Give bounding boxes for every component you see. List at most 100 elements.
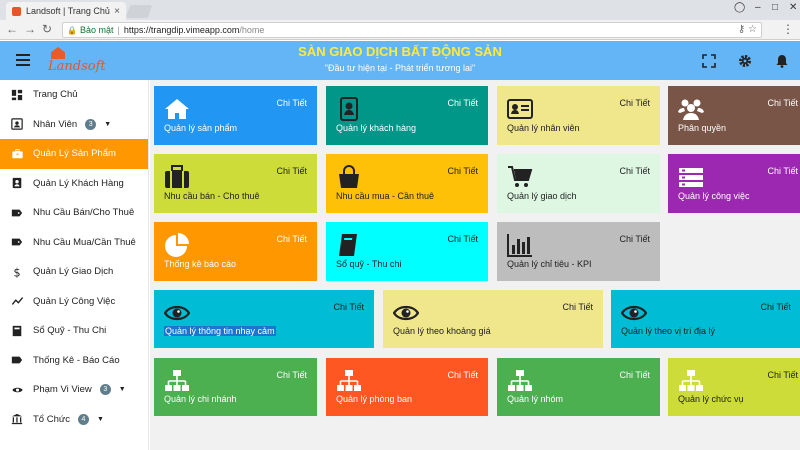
card-detail-link[interactable]: Chi Tiết	[276, 370, 307, 380]
card-detail-link[interactable]: Chi Tiết	[619, 234, 650, 244]
dashboard-card[interactable]: Chi Tiết Quản lý theo khoảng giá	[383, 290, 603, 348]
dashboard-card[interactable]: Chi Tiết Quản lý giao dịch	[497, 154, 660, 213]
sidebar-item[interactable]: Phạm Vi View 3 ▼	[0, 375, 148, 405]
ledger-icon	[336, 233, 362, 257]
card-detail-link[interactable]: Chi Tiết	[767, 166, 798, 176]
profile-icon[interactable]: ◯	[734, 2, 745, 13]
reload-icon[interactable]: ↻	[42, 22, 52, 36]
dashboard-card[interactable]: Chi Tiết Quản lý chỉ tiêu - KPI	[497, 222, 660, 281]
org-chart-icon	[164, 369, 190, 393]
dashboard-card[interactable]: Chi Tiết Quản lý công việc	[668, 154, 800, 213]
card-label: Quản lý chỉ tiêu - KPI	[507, 259, 592, 269]
card-label: Quản lý chức vụ	[678, 394, 744, 404]
org-chart-icon	[678, 369, 704, 393]
card-detail-link[interactable]: Chi Tiết	[619, 98, 650, 108]
dashboard-card[interactable]: Chi Tiết Quản lý thông tin nhạy cảm	[154, 290, 374, 348]
dashboard-card[interactable]: Chi Tiết Quản lý chi nhánh	[154, 358, 317, 416]
favicon-icon	[12, 6, 21, 16]
forward-icon[interactable]: →	[24, 22, 36, 36]
card-detail-link[interactable]: Chi Tiết	[767, 98, 798, 108]
dashboard-card[interactable]: Chi Tiết Phân quyền	[668, 86, 800, 145]
minimize-icon[interactable]: –	[755, 2, 761, 13]
window-close-icon[interactable]: ✕	[789, 2, 797, 13]
sidebar-item[interactable]: Nhân Viên 3 ▼	[0, 110, 148, 140]
sidebar-item[interactable]: $ Quản Lý Giao Dịch	[0, 257, 148, 287]
browser-menu-icon[interactable]: ⋮	[782, 22, 794, 36]
card-detail-link[interactable]: Chi Tiết	[333, 302, 364, 312]
card-detail-link[interactable]: Chi Tiết	[619, 166, 650, 176]
dashboard-card[interactable]: Chi Tiết Quản lý khách hàng	[326, 86, 488, 145]
dashboard-card[interactable]: Chi Tiết Nhu cầu bán - Cho thuê	[154, 154, 317, 213]
sidebar-item-label: Trang Chủ	[33, 89, 78, 101]
sidebar-item-label: Tổ Chức	[33, 413, 70, 425]
card-detail-link[interactable]: Chi Tiết	[767, 370, 798, 380]
sidebar-item[interactable]: Thống Kê - Báo Cáo	[0, 346, 148, 376]
tab-close-icon[interactable]: ×	[114, 6, 120, 17]
id-card-icon	[507, 97, 533, 121]
trend-icon	[10, 294, 24, 308]
fullscreen-icon[interactable]	[702, 54, 716, 68]
card-detail-link[interactable]: Chi Tiết	[276, 98, 307, 108]
maximize-icon[interactable]: □	[772, 2, 778, 13]
sidebar-item-label: Nhân Viên	[33, 118, 78, 130]
card-label: Quản lý chi nhánh	[164, 394, 237, 404]
dashboard-card[interactable]: Chi Tiết Quản lý nhóm	[497, 358, 660, 416]
dashboard-card[interactable]: Chi Tiết Quản lý phòng ban	[326, 358, 488, 416]
card-detail-link[interactable]: Chi Tiết	[447, 166, 478, 176]
dashboard-card[interactable]: Chi Tiết Quản lý theo vị trí địa lý	[611, 290, 800, 348]
sidebar-item[interactable]: Tổ Chức 4 ▼	[0, 405, 148, 435]
tag-icon	[10, 206, 24, 220]
card-label: Thống kê báo cáo	[164, 259, 237, 269]
card-detail-link[interactable]: Chi Tiết	[276, 166, 307, 176]
sidebar-item[interactable]: Sổ Quỹ - Thu Chi	[0, 316, 148, 346]
sidebar-item-label: Quản Lý Sản Phẩm	[33, 148, 116, 160]
card-detail-link[interactable]: Chi Tiết	[562, 302, 593, 312]
group-icon	[678, 97, 704, 121]
card-detail-link[interactable]: Chi Tiết	[447, 98, 478, 108]
card-detail-link[interactable]: Chi Tiết	[619, 370, 650, 380]
shopping-bag-icon	[336, 165, 362, 189]
sidebar-item[interactable]: Quản Lý Sản Phẩm	[0, 139, 148, 169]
card-detail-link[interactable]: Chi Tiết	[447, 370, 478, 380]
contact-book-icon	[336, 97, 362, 121]
dashboard-card[interactable]: Chi Tiết Thống kê báo cáo	[154, 222, 317, 281]
new-tab-button[interactable]	[125, 5, 153, 18]
dashboard-card[interactable]: Chi Tiết Quản lý nhân viên	[497, 86, 660, 145]
eye-icon	[163, 301, 191, 325]
sidebar-item[interactable]: Quản Lý Công Việc	[0, 287, 148, 317]
sidebar-item[interactable]: Quản Lý Khách Hàng	[0, 169, 148, 199]
eye-icon	[392, 301, 420, 325]
svg-text:$: $	[13, 266, 20, 278]
bank-icon	[10, 412, 24, 426]
dollar-icon: $	[10, 265, 24, 279]
caret-down-icon[interactable]: ▼	[119, 386, 126, 393]
sidebar-item-label: Quản Lý Giao Dịch	[33, 266, 114, 278]
bell-icon[interactable]	[775, 54, 789, 68]
sidebar-item-label: Nhu Cầu Bán/Cho Thuê	[33, 207, 135, 219]
sidebar-item-label: Nhu Cầu Mua/Cần Thuê	[33, 236, 136, 248]
dashboard-card[interactable]: Chi Tiết Quản lý sản phẩm	[154, 86, 317, 145]
caret-down-icon[interactable]: ▼	[104, 121, 111, 128]
book-icon	[10, 324, 24, 338]
address-bar[interactable]: 🔒 Bảo mật | https://trangdip.vimeapp.com…	[62, 22, 762, 38]
card-label: Quản lý theo vị trí địa lý	[621, 326, 716, 336]
gear-icon[interactable]	[738, 54, 752, 68]
org-chart-icon	[507, 369, 533, 393]
caret-down-icon[interactable]: ▼	[97, 416, 104, 423]
dashboard-card[interactable]: Chi Tiết Quản lý chức vụ	[668, 358, 800, 416]
sidebar-item[interactable]: Nhu Cầu Bán/Cho Thuê	[0, 198, 148, 228]
browser-tab[interactable]: Landsoft | Trang Chủ ×	[6, 2, 126, 20]
back-icon[interactable]: ←	[6, 22, 18, 36]
dashboard-card[interactable]: Chi Tiết Sổ quỹ - Thu chi	[326, 222, 488, 281]
card-label: Quản lý sản phẩm	[164, 123, 238, 133]
dashboard-card[interactable]: Chi Tiết Nhu cầu mua - Cần thuê	[326, 154, 488, 213]
card-detail-link[interactable]: Chi Tiết	[760, 302, 791, 312]
card-detail-link[interactable]: Chi Tiết	[276, 234, 307, 244]
sidebar-item[interactable]: Nhu Cầu Mua/Cần Thuê	[0, 228, 148, 258]
card-label: Sổ quỹ - Thu chi	[336, 259, 402, 269]
sidebar-item[interactable]: Trang Chủ	[0, 80, 148, 110]
card-label: Nhu cầu mua - Cần thuê	[336, 191, 435, 201]
page-title: SÀN GIAO DỊCH BẤT ĐỘNG SẢN	[298, 44, 502, 59]
key-icon[interactable]: ⚷ ☆	[738, 24, 757, 35]
card-detail-link[interactable]: Chi Tiết	[447, 234, 478, 244]
